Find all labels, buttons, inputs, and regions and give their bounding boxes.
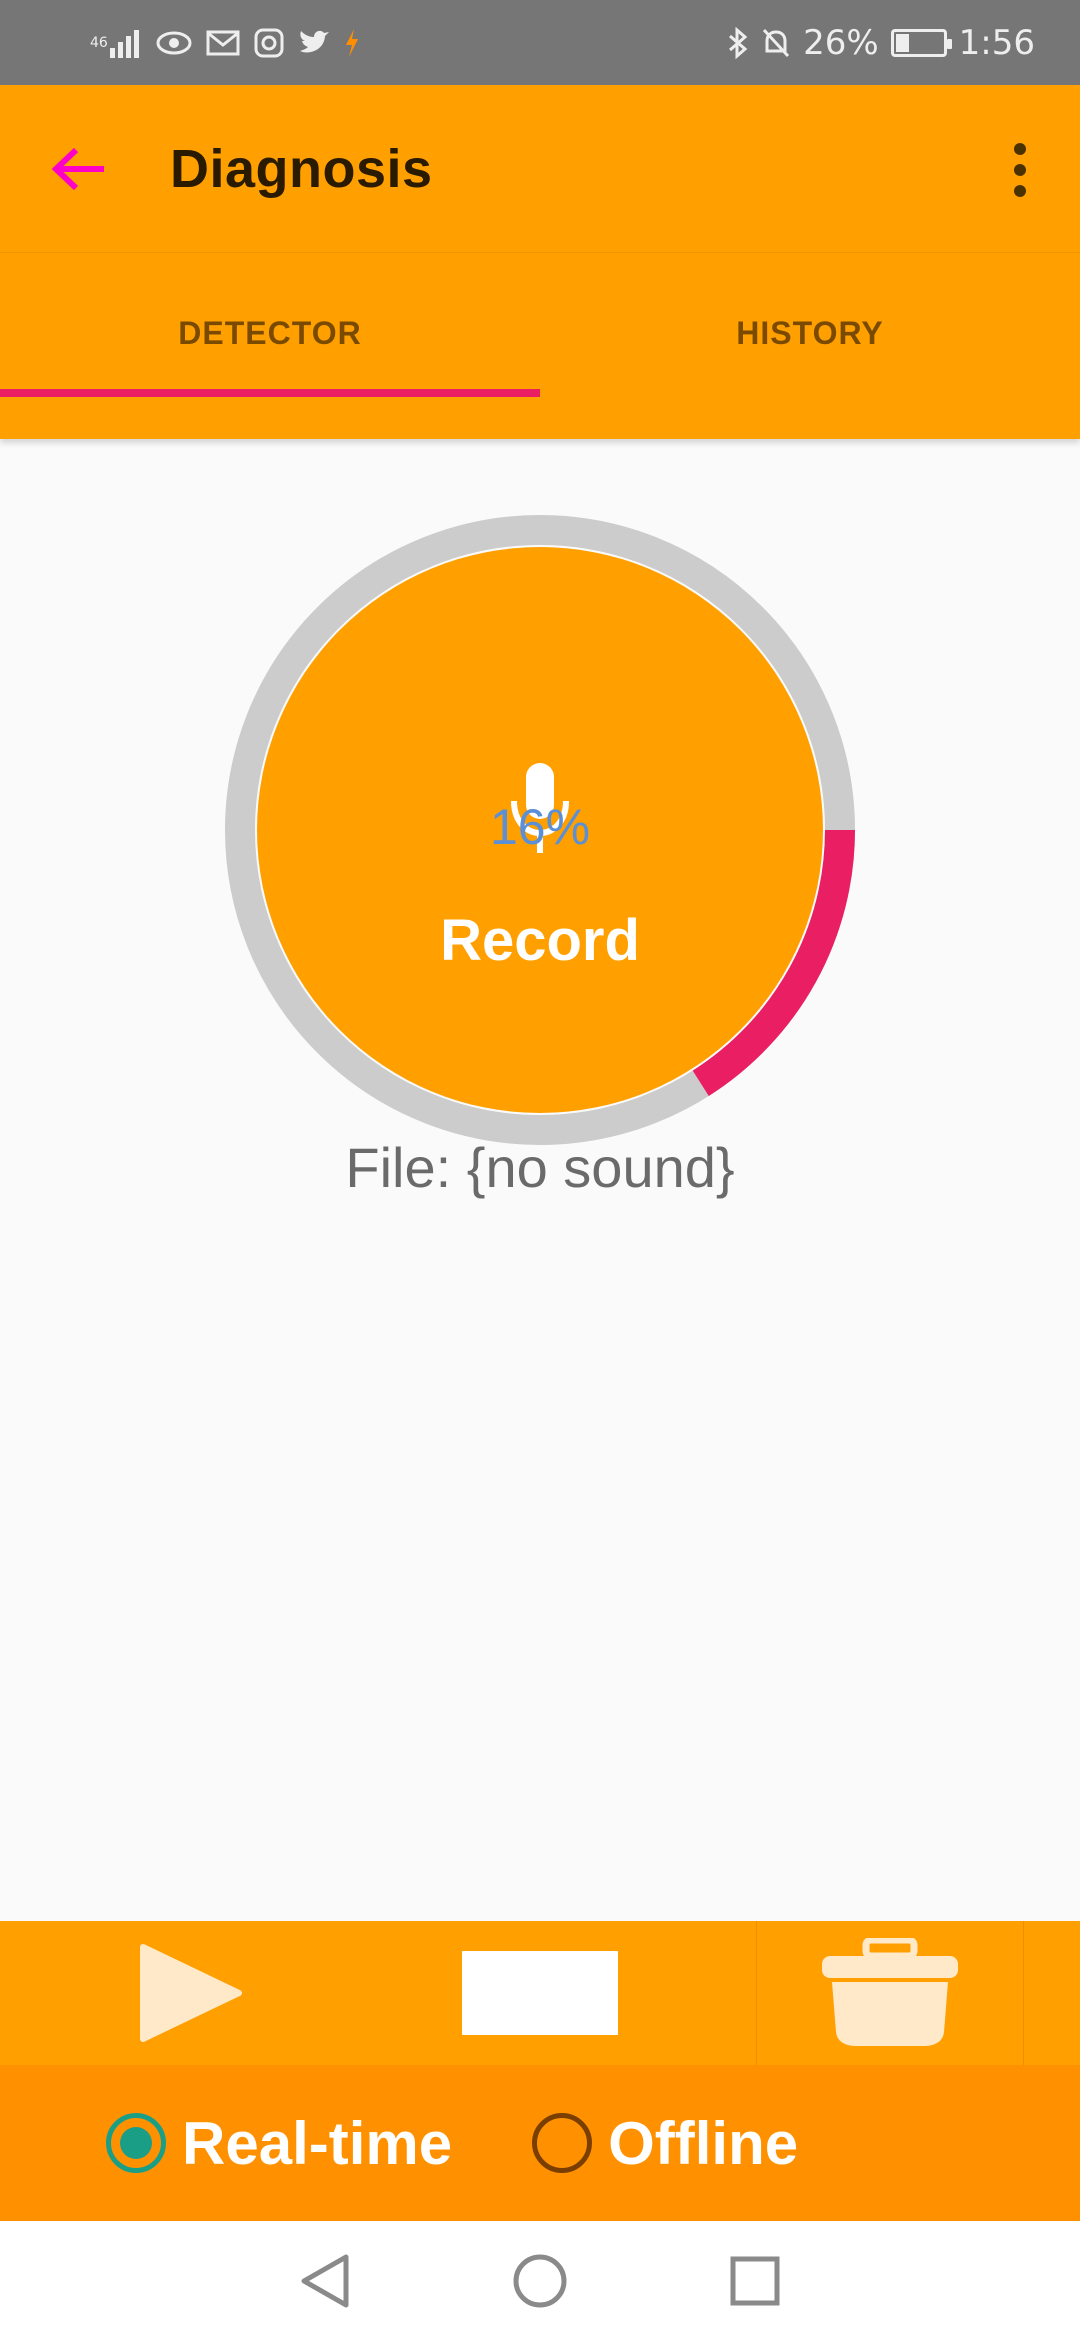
tab-history-label: HISTORY: [736, 314, 884, 351]
radio-option-offline[interactable]: Offline: [532, 2109, 798, 2178]
bell-off-icon: [761, 23, 791, 63]
system-nav-bar: [0, 2221, 1080, 2340]
nav-back-icon: [301, 2254, 349, 2307]
trash-icon: [822, 1938, 958, 2046]
mode-selector: Real-time Offline: [0, 2065, 1080, 2221]
tab-detector-label: DETECTOR: [178, 314, 362, 351]
instagram-icon: [254, 23, 284, 63]
nav-home-icon: [513, 2254, 567, 2307]
clock: 1:56: [958, 22, 1035, 63]
battery-fill: [895, 33, 909, 52]
gmail-icon: [206, 23, 240, 63]
radio-realtime[interactable]: [106, 2113, 166, 2173]
playback-controls: [0, 1921, 1080, 2065]
progress-percent: 16%: [489, 799, 591, 855]
radio-offline-label: Offline: [608, 2109, 799, 2177]
battery-icon: [890, 28, 952, 57]
nav-recents-icon: [730, 2256, 780, 2305]
more-vert-icon-dot: [1014, 143, 1026, 155]
record-progress: 16% Record: [225, 515, 855, 1145]
more-vert-icon-dot: [1014, 164, 1026, 176]
status-bar: 46 26% 1:56: [0, 0, 1080, 85]
bolt-icon: [344, 23, 360, 63]
play-button[interactable]: [120, 1921, 260, 2065]
record-label: Record: [440, 908, 640, 973]
nav-back-button[interactable]: [290, 2246, 360, 2316]
status-left: 46: [90, 23, 360, 63]
arrow-left-icon: [52, 147, 104, 190]
back-button[interactable]: [0, 85, 170, 253]
tab-detector[interactable]: DETECTOR: [0, 253, 540, 439]
twitter-icon: [298, 23, 330, 63]
more-vert-icon-dot: [1014, 185, 1026, 197]
signal-icon: 46: [90, 23, 142, 63]
nav-home-button[interactable]: [505, 2246, 575, 2316]
radio-realtime-label: Real-time: [182, 2109, 453, 2177]
network-type-label: 46: [90, 34, 108, 51]
eye-icon: [156, 23, 192, 63]
app-bar: Diagnosis: [0, 85, 1080, 253]
stop-button[interactable]: [460, 1921, 620, 2065]
tab-indicator: [0, 389, 540, 397]
page-title: Diagnosis: [170, 138, 433, 199]
more-options-button[interactable]: [990, 135, 1050, 205]
tab-bar: DETECTOR HISTORY: [0, 253, 1080, 439]
battery-percent: 26%: [803, 22, 879, 63]
stop-icon: [462, 1951, 618, 2035]
play-icon: [140, 1944, 242, 2042]
app-root: 46 26% 1:56 Diagnosis DETECTOR HISTORY 1…: [0, 0, 1080, 2340]
file-label: File: {no sound}: [345, 1136, 735, 1199]
tab-history[interactable]: HISTORY: [540, 253, 1080, 439]
nav-recents-button[interactable]: [720, 2246, 790, 2316]
bluetooth-icon: [727, 23, 749, 63]
status-right: 26% 1:56: [727, 23, 1035, 63]
delete-button[interactable]: [756, 1921, 1024, 2065]
radio-offline[interactable]: [532, 2113, 593, 2173]
radio-option-realtime[interactable]: Real-time: [106, 2109, 452, 2178]
